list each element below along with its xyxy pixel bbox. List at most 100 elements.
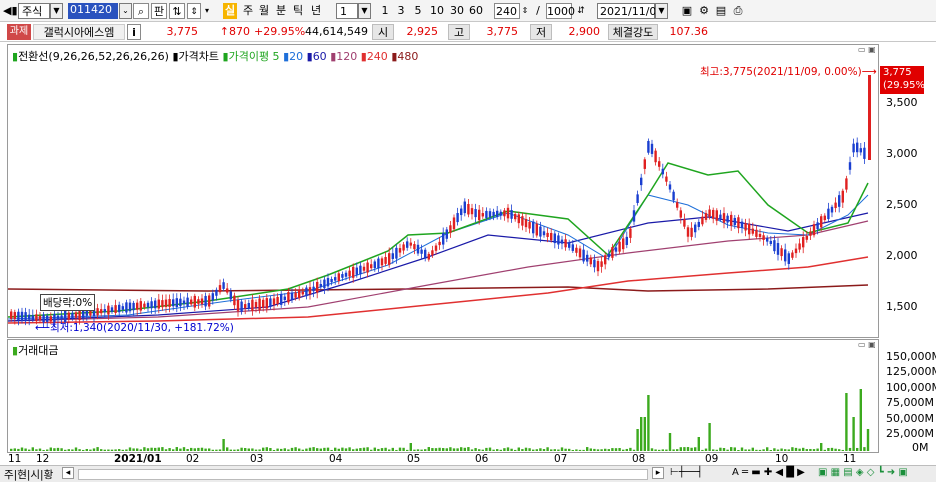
spin-down-icon[interactable]: ▾ bbox=[202, 3, 212, 19]
zoom-slider[interactable]: ⊢┼──┤ bbox=[670, 467, 703, 478]
interval-30-button[interactable]: 30 bbox=[448, 3, 466, 19]
volume-bar bbox=[503, 448, 506, 451]
interval-dropdown-icon[interactable]: ▼ bbox=[358, 3, 371, 19]
volume-bar bbox=[499, 449, 502, 451]
horizontal-scrollbar[interactable] bbox=[78, 469, 648, 480]
search-icon[interactable]: ⌕ bbox=[133, 3, 149, 19]
volume-bar bbox=[89, 449, 92, 451]
period-tick-button[interactable]: 틱 bbox=[291, 3, 305, 19]
volume-bar bbox=[283, 448, 286, 451]
volume-bar bbox=[658, 449, 661, 451]
period-month-button[interactable]: 월 bbox=[257, 3, 271, 19]
volume-bar bbox=[143, 447, 146, 451]
total-adjust-icon[interactable]: ⇵ bbox=[574, 3, 588, 19]
volume-bar bbox=[200, 447, 204, 451]
volume-bar bbox=[564, 448, 567, 451]
x-label-oct: 10 bbox=[775, 453, 789, 465]
volume-bar bbox=[607, 449, 610, 451]
volume-bar bbox=[114, 449, 117, 451]
vol-tick-25000: 25,000M bbox=[886, 427, 934, 440]
scroll-right-icon[interactable]: ▸ bbox=[652, 467, 664, 479]
panel-tools-icons[interactable]: ▣ ▦ ▤ ◈ ◇ ┗ ➜ ▣ bbox=[818, 467, 908, 478]
volume-bar bbox=[694, 447, 697, 451]
volume-bar bbox=[629, 447, 632, 451]
volume-bar bbox=[452, 448, 456, 451]
volume-bar bbox=[208, 448, 211, 451]
info-button[interactable]: i bbox=[127, 24, 141, 40]
ma480-line bbox=[8, 284, 869, 292]
volume-bar bbox=[625, 448, 628, 451]
period-week-button[interactable]: 주 bbox=[241, 3, 255, 19]
interval-5-button[interactable]: 5 bbox=[411, 3, 425, 19]
volume-bar bbox=[46, 449, 49, 451]
x-label-apr: 04 bbox=[329, 453, 343, 465]
current-price-tag-pct: (29.95%) bbox=[883, 80, 929, 91]
volume-bar bbox=[82, 449, 85, 451]
pan-button[interactable]: 판 bbox=[151, 3, 167, 19]
volume-bar bbox=[542, 449, 546, 451]
bottom-tabs[interactable]: 주|현|시|황 bbox=[4, 467, 53, 482]
period-minute-button[interactable]: 분 bbox=[274, 3, 288, 19]
volume-bar bbox=[744, 449, 747, 451]
volume-bar bbox=[812, 449, 816, 451]
volume-bar bbox=[218, 449, 222, 451]
y-tick-3500: 3,500 bbox=[886, 96, 918, 109]
chart-tool-icon[interactable]: ▣ bbox=[680, 3, 694, 19]
volume-bar bbox=[798, 448, 801, 451]
market-select[interactable]: 주식 bbox=[18, 3, 50, 19]
count-input[interactable]: 240 bbox=[494, 3, 520, 19]
volume-bar bbox=[690, 447, 693, 451]
speaker-icon[interactable]: ◀▮ bbox=[3, 3, 18, 19]
volume-bar bbox=[535, 449, 538, 451]
volume-bar bbox=[524, 447, 528, 451]
spin-button[interactable]: ⇕ bbox=[187, 3, 201, 19]
interval-1-button[interactable]: 1 bbox=[378, 3, 392, 19]
print-icon[interactable]: ⎙ bbox=[731, 3, 745, 19]
date-input[interactable]: 2021/11/09 bbox=[597, 3, 663, 19]
count-spin-icon[interactable]: ⇕ bbox=[520, 3, 530, 19]
interval-10-button[interactable]: 10 bbox=[428, 3, 446, 19]
exchange-icon[interactable]: ⇅ bbox=[169, 3, 185, 19]
total-input[interactable]: 1000 bbox=[546, 3, 575, 19]
volume-bar bbox=[787, 449, 790, 451]
volume-bar bbox=[712, 449, 715, 451]
code-dropdown-button[interactable]: ⌄ bbox=[119, 3, 132, 19]
volume-bar bbox=[528, 448, 531, 451]
volume-bar bbox=[809, 448, 812, 451]
chevron-down-icon[interactable]: ▼ bbox=[50, 3, 63, 19]
volume-chart-canvas[interactable] bbox=[8, 340, 878, 452]
volume-bar bbox=[161, 447, 164, 451]
scroll-left-icon[interactable]: ◂ bbox=[62, 467, 74, 479]
text-tool-button[interactable]: A bbox=[732, 467, 739, 478]
x-label-nov: 11 bbox=[8, 453, 22, 465]
volume-bar bbox=[305, 448, 308, 451]
chart-nav-icons[interactable]: ═ ▬ ✚ ◀ █ ▶ bbox=[742, 467, 805, 478]
volume-bar bbox=[838, 449, 841, 451]
volume-bar bbox=[737, 449, 740, 451]
volume-bar bbox=[64, 449, 67, 451]
volume-bar bbox=[352, 449, 355, 451]
volume-bar bbox=[204, 448, 207, 451]
volume-bar bbox=[636, 429, 639, 451]
x-label-aug: 08 bbox=[632, 453, 646, 465]
stock-code-input[interactable]: 011420 bbox=[68, 3, 118, 19]
volume-bar bbox=[715, 449, 718, 451]
volume-bar bbox=[794, 447, 798, 451]
gear-icon[interactable]: ⚙ bbox=[697, 3, 711, 19]
interval-60-button[interactable]: 60 bbox=[467, 3, 485, 19]
volume-bar bbox=[362, 447, 366, 451]
volume-bar bbox=[726, 449, 729, 451]
volume-bar bbox=[53, 448, 56, 451]
volume-bar bbox=[532, 449, 535, 451]
price-chart-canvas[interactable] bbox=[8, 45, 878, 337]
volume-bar bbox=[74, 447, 78, 451]
volume-bar bbox=[730, 447, 733, 451]
volume-bar bbox=[640, 417, 643, 451]
period-year-button[interactable]: 년 bbox=[309, 3, 323, 19]
date-dropdown-icon[interactable]: ▼ bbox=[655, 3, 668, 19]
save-icon[interactable]: ▤ bbox=[714, 3, 728, 19]
realtime-button[interactable]: 실 bbox=[223, 3, 237, 19]
volume-bar bbox=[290, 447, 294, 451]
interval-3-button[interactable]: 3 bbox=[394, 3, 408, 19]
interval-select[interactable]: 1 bbox=[336, 3, 358, 19]
